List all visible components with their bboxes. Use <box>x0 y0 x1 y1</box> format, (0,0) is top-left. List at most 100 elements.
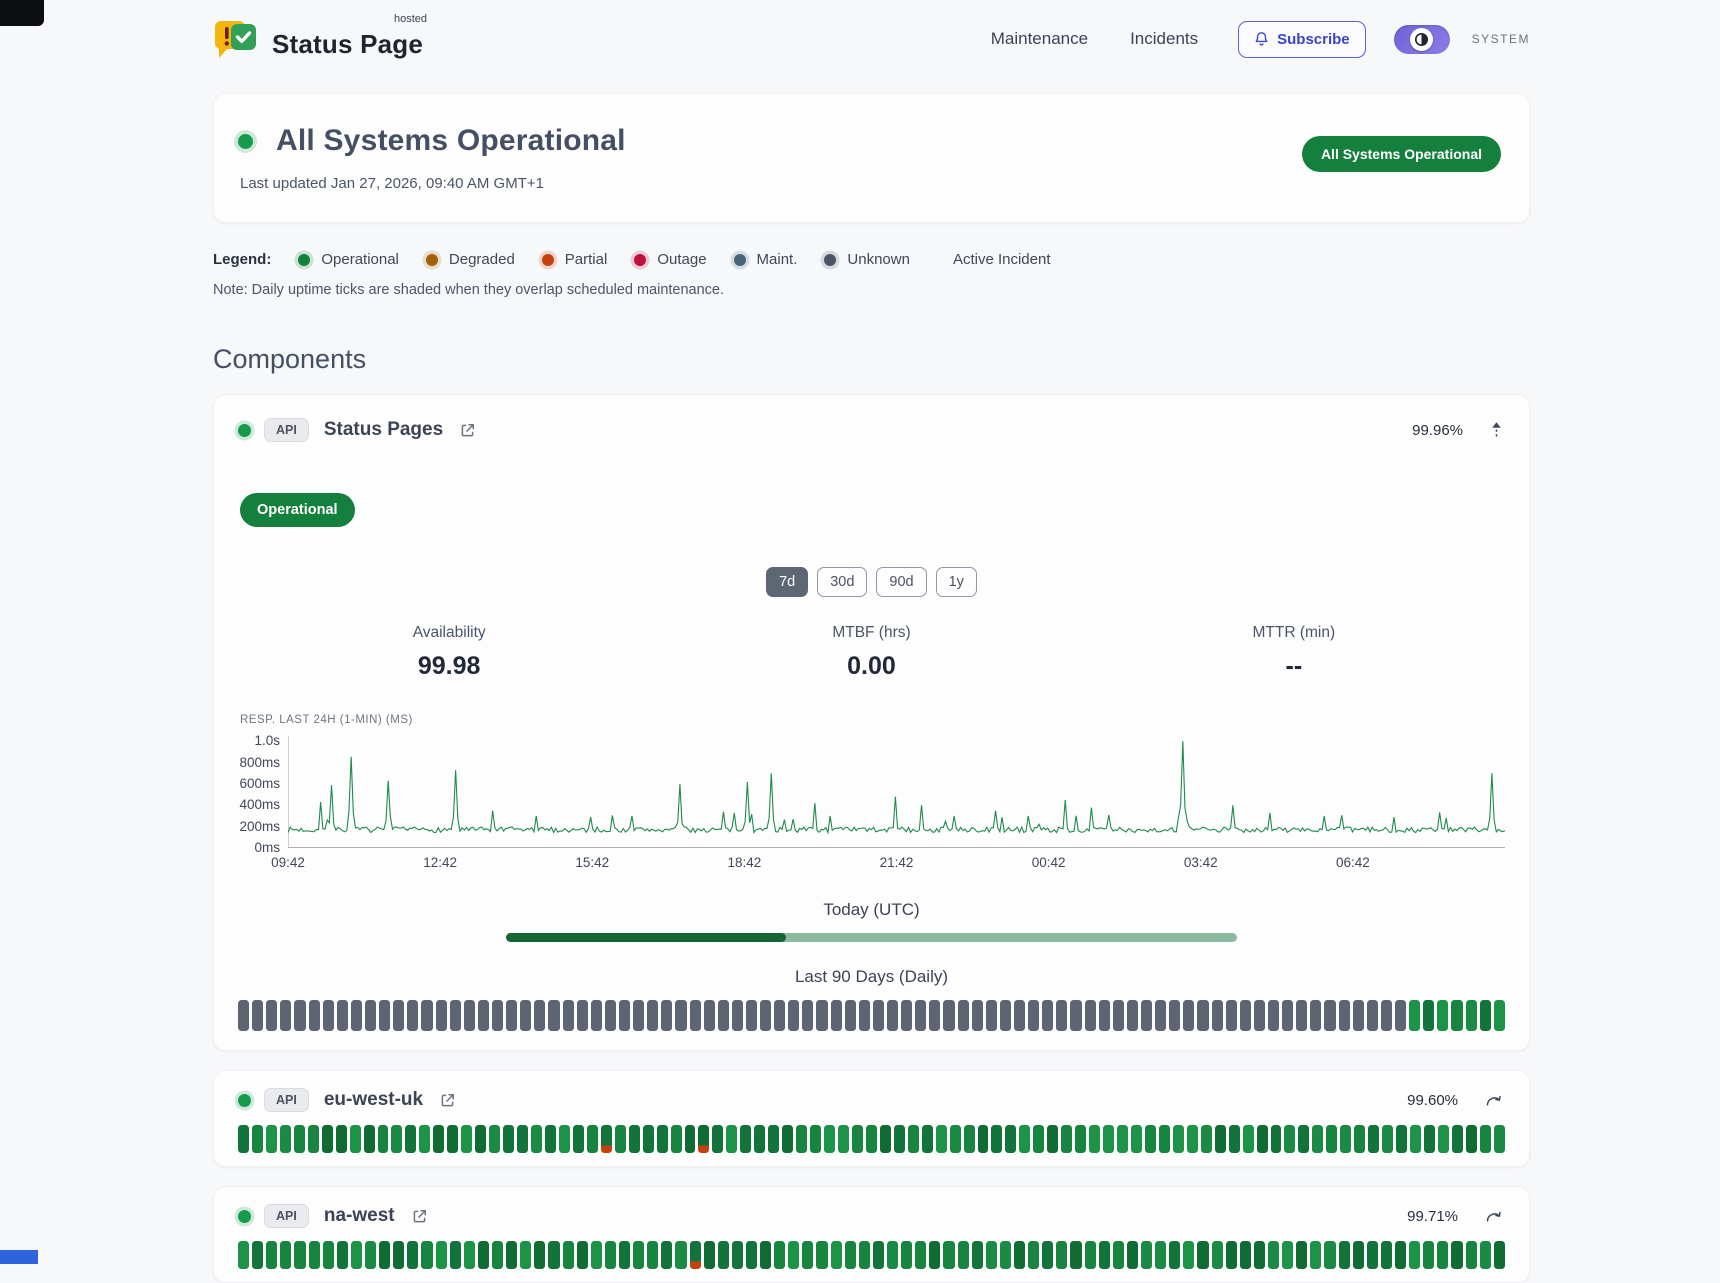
collapse-component-button[interactable] <box>1488 419 1505 442</box>
uptime-tick <box>1173 1125 1184 1153</box>
y-axis-tick-label: 200ms <box>239 819 280 834</box>
uptime-tick <box>506 1241 517 1269</box>
status-page-logo-icon <box>213 16 259 62</box>
uptime-tick <box>802 1241 813 1269</box>
screen-corner-artifact-bottom <box>0 1250 38 1264</box>
uptime-tick <box>1284 1125 1295 1153</box>
uptime-tick <box>1254 1000 1265 1031</box>
uptime-tick <box>1268 1000 1279 1031</box>
component-status-dot <box>238 1210 251 1223</box>
uptime-tick <box>447 1125 458 1153</box>
uptime-tick <box>887 1241 898 1269</box>
uptime-tick <box>887 1000 898 1031</box>
stat-availability: Availability99.98 <box>238 624 660 681</box>
uptime-tick <box>859 1241 870 1269</box>
uptime-tick <box>531 1125 542 1153</box>
uptime-tick <box>1099 1241 1110 1269</box>
contrast-icon <box>1414 32 1429 47</box>
uptime-tick <box>647 1000 658 1031</box>
uptime-tick <box>964 1125 975 1153</box>
today-progress-fill <box>506 933 786 942</box>
uptime-tick <box>548 1241 559 1269</box>
uptime-tick <box>661 1241 672 1269</box>
uptime-tick <box>1169 1241 1180 1269</box>
external-link-icon[interactable] <box>411 1208 428 1225</box>
uptime-tick <box>266 1000 277 1031</box>
uptime-tick <box>1298 1125 1309 1153</box>
uptime-tick <box>643 1125 654 1153</box>
uptime-tick <box>492 1000 503 1031</box>
uptime-tick <box>1141 1000 1152 1031</box>
uptime-tick <box>774 1241 785 1269</box>
uptime-tick <box>619 1000 630 1031</box>
external-link-icon[interactable] <box>459 422 476 439</box>
uptime-tick <box>1075 1125 1086 1153</box>
uptime-tick <box>1042 1241 1053 1269</box>
range-button-90d[interactable]: 90d <box>876 567 926 597</box>
uptime-tick <box>503 1125 514 1153</box>
uptime-tick <box>1353 1241 1364 1269</box>
nav-link-maintenance[interactable]: Maintenance <box>991 29 1088 49</box>
uptime-tick <box>1310 1241 1321 1269</box>
uptime-tick <box>1197 1241 1208 1269</box>
uptime-tick <box>958 1000 969 1031</box>
uptime-tick <box>788 1241 799 1269</box>
uptime-tick <box>351 1241 362 1269</box>
uptime-tick <box>605 1241 616 1269</box>
range-button-7d[interactable]: 7d <box>766 567 808 597</box>
uptime-tick <box>915 1000 926 1031</box>
legend-item-label: Operational <box>321 251 399 268</box>
range-button-30d[interactable]: 30d <box>817 567 867 597</box>
uptime-tick <box>391 1125 402 1153</box>
uptime-tick <box>475 1125 486 1153</box>
uptime-tick <box>726 1125 737 1153</box>
uptime-tick <box>690 1000 701 1031</box>
uptime-tick <box>421 1241 432 1269</box>
y-axis-tick-label: 800ms <box>239 755 280 770</box>
uptime-tick <box>280 1125 291 1153</box>
uptime-tick <box>252 1241 263 1269</box>
uptime-tick <box>559 1125 570 1153</box>
expand-component-button[interactable] <box>1483 1208 1505 1225</box>
uptime-tick <box>1103 1125 1114 1153</box>
response-chart-block: RESP. LAST 24H (1-MIN) (MS)1.0s800ms600m… <box>238 714 1505 875</box>
uptime-tick <box>1113 1241 1124 1269</box>
uptime-tick <box>1056 1000 1067 1031</box>
uptime-tick <box>1437 1241 1448 1269</box>
uptime-tick <box>378 1125 389 1153</box>
uptime-tick <box>1494 1241 1505 1269</box>
nav-link-incidents[interactable]: Incidents <box>1130 29 1198 49</box>
uptime-tick <box>548 1000 559 1031</box>
uptime-tick <box>824 1125 835 1153</box>
component-header-eu-west-uk: APIeu-west-uk99.60% <box>238 1088 1505 1112</box>
expand-component-button[interactable] <box>1483 1092 1505 1109</box>
uptime-tick <box>1381 1241 1392 1269</box>
chart-title: RESP. LAST 24H (1-MIN) (MS) <box>240 714 1505 726</box>
theme-toggle[interactable] <box>1394 25 1450 54</box>
daily-uptime-ticks <box>238 1125 1505 1153</box>
subscribe-button[interactable]: Subscribe <box>1238 21 1366 58</box>
uptime-tick <box>1113 1000 1124 1031</box>
uptime-tick <box>266 1241 277 1269</box>
uptime-tick <box>1494 1125 1505 1153</box>
external-link-icon[interactable] <box>439 1092 456 1109</box>
uptime-tick <box>534 1000 545 1031</box>
x-axis-tick-label: 12:42 <box>423 855 457 870</box>
uptime-tick <box>880 1125 891 1153</box>
uptime-tick <box>972 1241 983 1269</box>
legend-item-label: Maint. <box>757 251 798 268</box>
logo[interactable]: hosted Status Page <box>213 16 423 62</box>
uptime-tick <box>1480 1000 1491 1031</box>
stat-label: MTBF (hrs) <box>660 624 1082 642</box>
component-name: na-west <box>324 1205 395 1227</box>
uptime-tick <box>393 1000 404 1031</box>
range-selector: 7d 30d 90d 1y <box>238 567 1505 597</box>
uptime-tick <box>1296 1000 1307 1031</box>
uptime-tick <box>464 1000 475 1031</box>
uptime-tick <box>1296 1241 1307 1269</box>
stat-mttr-min-: MTTR (min)-- <box>1083 624 1505 681</box>
uptime-tick <box>1169 1000 1180 1031</box>
range-button-1y[interactable]: 1y <box>936 567 977 597</box>
uptime-tick <box>1141 1241 1152 1269</box>
legend-item-label: Partial <box>565 251 608 268</box>
